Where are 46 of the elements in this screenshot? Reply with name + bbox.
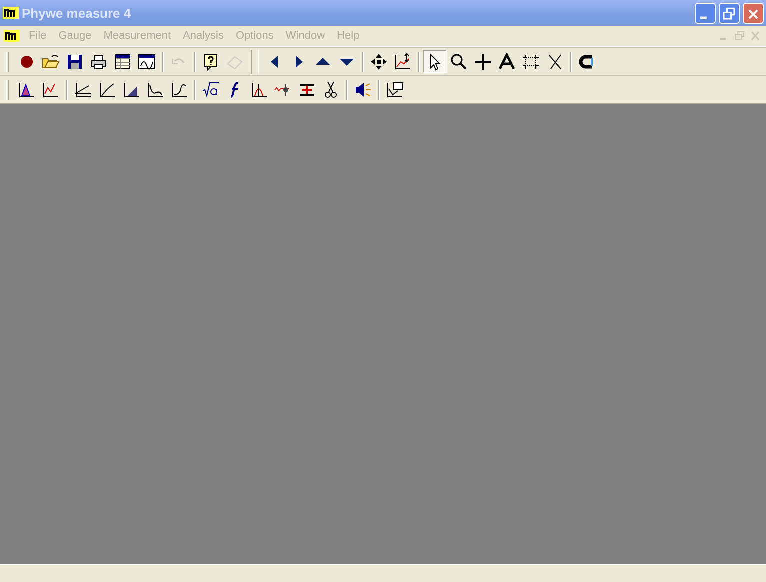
pointer-button[interactable]: [423, 50, 447, 73]
table-icon: [116, 54, 130, 69]
frame-icon: [522, 54, 540, 69]
open-icon: [42, 54, 60, 68]
toolbar-grip[interactable]: [6, 52, 9, 72]
down-icon: [340, 58, 354, 66]
magnet-icon: [579, 54, 593, 68]
function-icon: [230, 82, 239, 98]
peak-icon: [252, 82, 268, 97]
histogram-icon: [20, 82, 34, 97]
zoom-icon: [451, 54, 467, 70]
curve-icon: [44, 82, 58, 97]
graph-icon: [138, 54, 156, 70]
axes-area-icon: [124, 82, 140, 97]
undo-icon: [172, 58, 185, 64]
compress-icon: [300, 84, 314, 96]
eraser-icon: [227, 56, 243, 70]
app-logo-icon: [3, 7, 19, 19]
help-icon: [204, 54, 218, 70]
crosshair-icon: [474, 52, 492, 70]
minimize-icon: [700, 16, 707, 19]
chart-window-icon: [388, 82, 404, 97]
document-logo-icon: [4, 30, 20, 42]
text-icon: [498, 52, 516, 70]
root-icon: [202, 82, 220, 98]
left-icon: [271, 56, 278, 68]
scissors-icon: [325, 81, 337, 98]
record-icon: [21, 56, 33, 68]
speaker-icon: [356, 82, 372, 96]
scale-icon: [396, 52, 410, 69]
move-icon: [371, 54, 387, 70]
axes-rise-icon: [172, 82, 188, 97]
line-cut-icon: [548, 54, 562, 69]
print-icon: [92, 55, 106, 69]
up-icon: [316, 58, 330, 64]
axes-a-icon: [74, 82, 92, 97]
filter-icon: [274, 83, 290, 96]
close-icon: [748, 8, 759, 20]
pointer-icon: [430, 53, 442, 70]
axes-peak-icon: [148, 82, 164, 97]
window-title: Phywe measure 4: [22, 6, 132, 20]
toolbar-grip[interactable]: [6, 80, 9, 100]
save-icon: [68, 54, 82, 68]
right-icon: [296, 56, 303, 68]
restore-icon: [723, 7, 736, 20]
axes-b-icon: [100, 82, 116, 97]
